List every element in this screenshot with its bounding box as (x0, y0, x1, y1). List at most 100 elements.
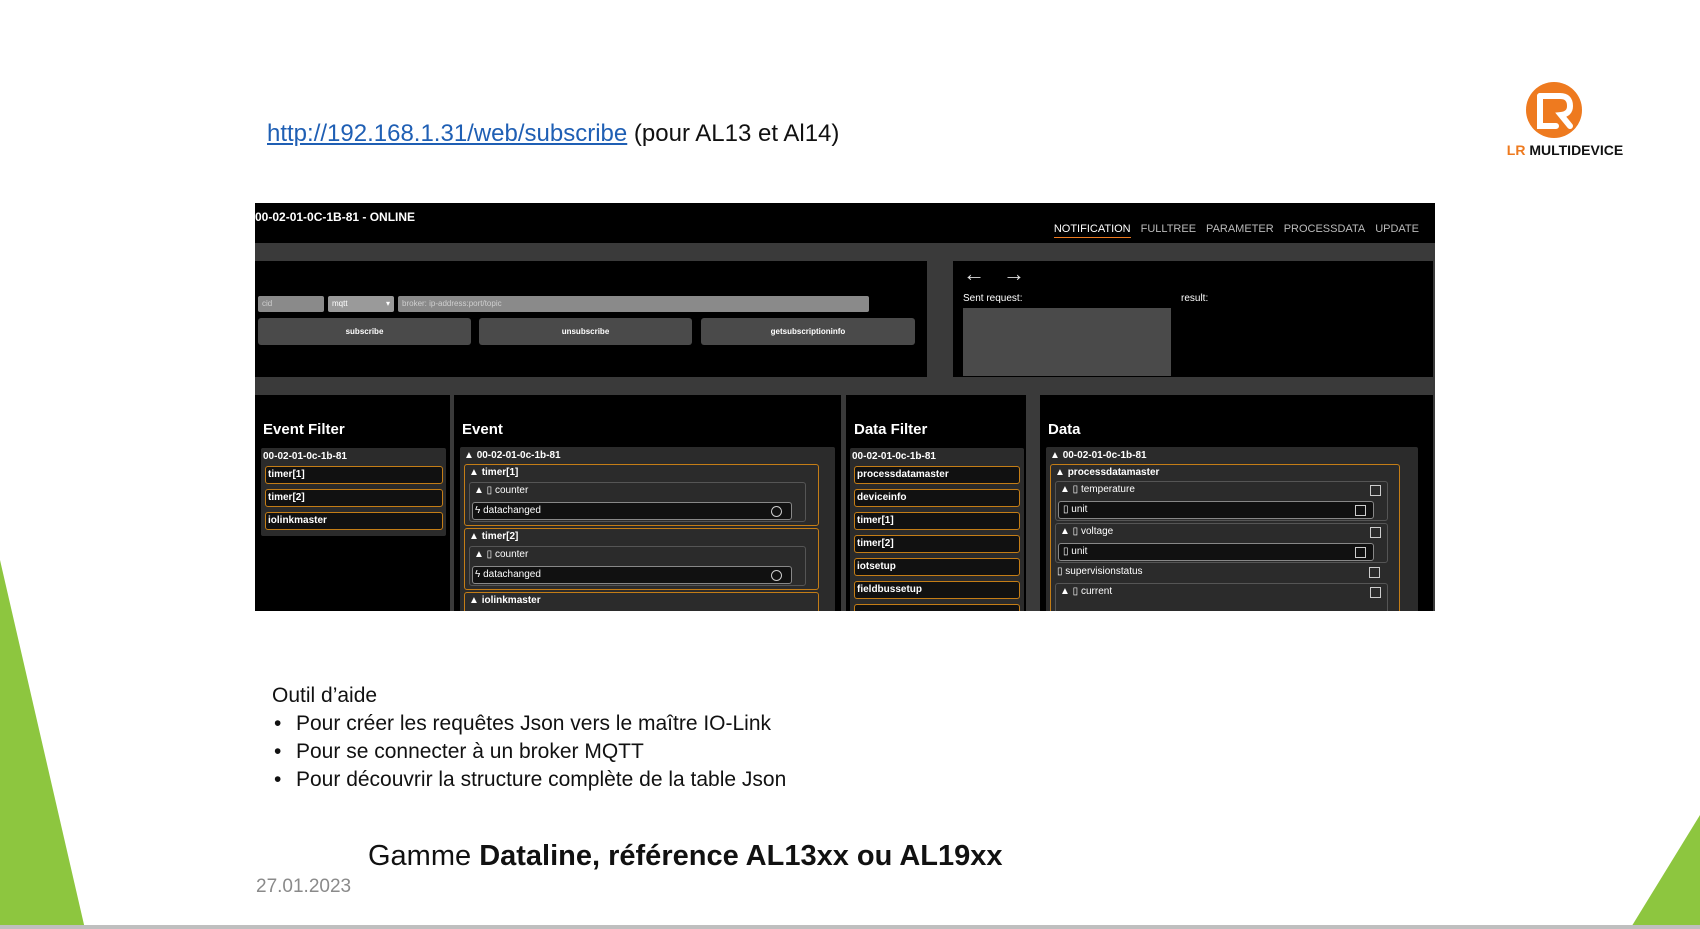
datachanged-radio[interactable] (771, 570, 782, 581)
counter-box: ▲ ▯ counter ϟ datachanged (469, 482, 806, 522)
event-filter-group: 00-02-01-0c-1b-81 timer[1] timer[2] ioli… (261, 448, 446, 536)
event-column: Event ▲ 00-02-01-0c-1b-81 ▲ timer[1] ▲ ▯… (454, 395, 841, 611)
tab-update[interactable]: UPDATE (1375, 223, 1419, 238)
response-panel: ←→ Sent request: result: (953, 261, 1433, 377)
processdatamaster-box: ▲ processdatamaster ▲ ▯ temperature ▯ un… (1050, 464, 1400, 611)
supervisionstatus-node[interactable]: ▯ supervisionstatus (1057, 566, 1143, 577)
temperature-box: ▲ ▯ temperature ▯ unit (1055, 481, 1388, 521)
event-timer2-box: ▲ timer[2] ▲ ▯ counter ϟ datachanged (464, 528, 819, 590)
gamme-footer: Gamme Dataline, référence AL13xx ou AL19… (368, 840, 1003, 872)
protocol-select[interactable]: mqtt ▾ (328, 296, 394, 312)
data-device[interactable]: ▲ 00-02-01-0c-1b-81 (1050, 450, 1147, 461)
data-filter-title: Data Filter (854, 421, 928, 438)
counter-node[interactable]: ▲ ▯ counter (474, 549, 528, 560)
supervisionstatus-checkbox[interactable] (1369, 567, 1380, 578)
current-checkbox[interactable] (1370, 587, 1381, 598)
event-title: Event (462, 421, 503, 438)
expand-icon: ▲ ▯ (1060, 586, 1081, 597)
url-note: (pour AL13 et Al14) (627, 120, 840, 147)
event-filter-device: 00-02-01-0c-1b-81 (263, 451, 347, 462)
event-timer2[interactable]: ▲ timer[2] (469, 531, 518, 542)
unit-label: ▯ unit (1063, 546, 1088, 557)
forward-arrow-icon[interactable]: → (1003, 261, 1043, 286)
app-nav: NOTIFICATION FULLTREE PARAMETER PROCESSD… (1053, 223, 1419, 238)
help-item: Pour découvrir la structure complète de … (272, 766, 786, 794)
processdatamaster-node[interactable]: ▲ processdatamaster (1055, 467, 1159, 478)
lightning-icon: ϟ (475, 569, 484, 580)
voltage-box: ▲ ▯ voltage ▯ unit (1055, 523, 1388, 563)
device-status-title: 00-02-01-0C-1B-81 - ONLINE (255, 210, 416, 224)
datachanged-label: ϟ datachanged (475, 569, 541, 580)
expand-icon: ▲ (469, 467, 482, 478)
back-arrow-icon[interactable]: ← (963, 261, 1003, 286)
logo-mark-icon (1526, 82, 1582, 138)
data-filter-deviceinfo[interactable]: deviceinfo (854, 489, 1020, 507)
current-node[interactable]: ▲ ▯ current (1060, 586, 1112, 597)
expand-icon: ▲ (1050, 450, 1063, 461)
expand-icon: ▲ ▯ (474, 549, 495, 560)
event-iolinkmaster[interactable]: ▲ iolinkmaster (469, 595, 541, 606)
data-column: Data ▲ 00-02-01-0c-1b-81 ▲ processdatama… (1040, 395, 1433, 611)
data-filter-group: 00-02-01-0c-1b-81 processdatamaster devi… (850, 448, 1024, 611)
help-list: Pour créer les requêtes Json vers le maî… (272, 710, 786, 794)
history-arrows: ←→ (963, 261, 1043, 287)
datachanged-radio[interactable] (771, 506, 782, 517)
tab-notification[interactable]: NOTIFICATION (1053, 223, 1131, 238)
voltage-node[interactable]: ▲ ▯ voltage (1060, 526, 1113, 537)
subscribe-button[interactable]: subscribe (258, 318, 471, 345)
unsubscribe-button[interactable]: unsubscribe (479, 318, 692, 345)
chevron-down-icon: ▾ (385, 299, 390, 308)
expand-icon: ▲ (469, 595, 482, 606)
event-timer1-box: ▲ timer[1] ▲ ▯ counter ϟ datachanged (464, 464, 819, 526)
data-filter-device: 00-02-01-0c-1b-81 (852, 451, 936, 462)
data-filter-timer1[interactable]: timer[1] (854, 512, 1020, 530)
cid-input[interactable]: cid (258, 296, 324, 312)
data-group: ▲ 00-02-01-0c-1b-81 ▲ processdatamaster … (1046, 447, 1418, 611)
unit-checkbox[interactable] (1355, 547, 1366, 558)
datachanged-row[interactable]: ϟ datachanged (472, 566, 792, 584)
tab-processdata[interactable]: PROCESSDATA (1284, 223, 1366, 238)
counter-node[interactable]: ▲ ▯ counter (474, 485, 528, 496)
event-device[interactable]: ▲ 00-02-01-0c-1b-81 (464, 450, 561, 461)
counter-box: ▲ ▯ counter ϟ datachanged (469, 546, 806, 586)
app-screenshot: 00-02-01-0C-1B-81 - ONLINE NOTIFICATION … (255, 203, 1435, 611)
event-timer1[interactable]: ▲ timer[1] (469, 467, 518, 478)
tab-fulltree[interactable]: FULLTREE (1141, 223, 1196, 238)
request-panel: cid mqtt ▾ broker: ip-address:port/topic … (255, 261, 927, 377)
temperature-unit-row[interactable]: ▯ unit (1058, 501, 1374, 519)
getsubscriptioninfo-button[interactable]: getsubscriptioninfo (701, 318, 915, 345)
broker-input[interactable]: broker: ip-address:port/topic (398, 296, 869, 312)
logo-brand-text: LR MULTIDEVICE (1506, 142, 1624, 158)
datachanged-label: ϟ datachanged (475, 505, 541, 516)
event-filter-timer1[interactable]: timer[1] (265, 466, 443, 484)
event-filter-column: Event Filter 00-02-01-0c-1b-81 timer[1] … (255, 395, 450, 611)
temperature-checkbox[interactable] (1370, 485, 1381, 496)
temperature-node[interactable]: ▲ ▯ temperature (1060, 484, 1135, 495)
event-iolinkmaster-box: ▲ iolinkmaster (464, 592, 819, 611)
help-item: Pour se connecter à un broker MQTT (272, 738, 786, 766)
data-filter-more[interactable] (854, 604, 1020, 611)
sent-request-box[interactable] (963, 308, 1171, 376)
expand-icon: ▲ ▯ (474, 485, 495, 496)
event-filter-iolinkmaster[interactable]: iolinkmaster (265, 512, 443, 530)
event-filter-timer2[interactable]: timer[2] (265, 489, 443, 507)
data-filter-iotsetup[interactable]: iotsetup (854, 558, 1020, 576)
unit-label: ▯ unit (1063, 504, 1088, 515)
help-section: Outil d’aide Pour créer les requêtes Jso… (272, 682, 786, 794)
data-filter-fieldbussetup[interactable]: fieldbussetup (854, 581, 1020, 599)
datachanged-row[interactable]: ϟ datachanged (472, 502, 792, 520)
unit-checkbox[interactable] (1355, 505, 1366, 516)
expand-icon: ▲ (1055, 467, 1068, 478)
green-triangle-left (0, 560, 85, 929)
data-title: Data (1048, 421, 1081, 438)
voltage-checkbox[interactable] (1370, 527, 1381, 538)
subscribe-url-link[interactable]: http://192.168.1.31/web/subscribe (267, 120, 627, 147)
data-filter-processdatamaster[interactable]: processdatamaster (854, 466, 1020, 484)
lightning-icon: ϟ (475, 505, 484, 516)
bottom-border (0, 925, 1700, 929)
voltage-unit-row[interactable]: ▯ unit (1058, 543, 1374, 561)
app-topbar: 00-02-01-0C-1B-81 - ONLINE NOTIFICATION … (255, 203, 1435, 243)
tab-parameter[interactable]: PARAMETER (1206, 223, 1274, 238)
data-filter-timer2[interactable]: timer[2] (854, 535, 1020, 553)
lr-multidevice-logo: LR MULTIDEVICE (1500, 82, 1630, 162)
